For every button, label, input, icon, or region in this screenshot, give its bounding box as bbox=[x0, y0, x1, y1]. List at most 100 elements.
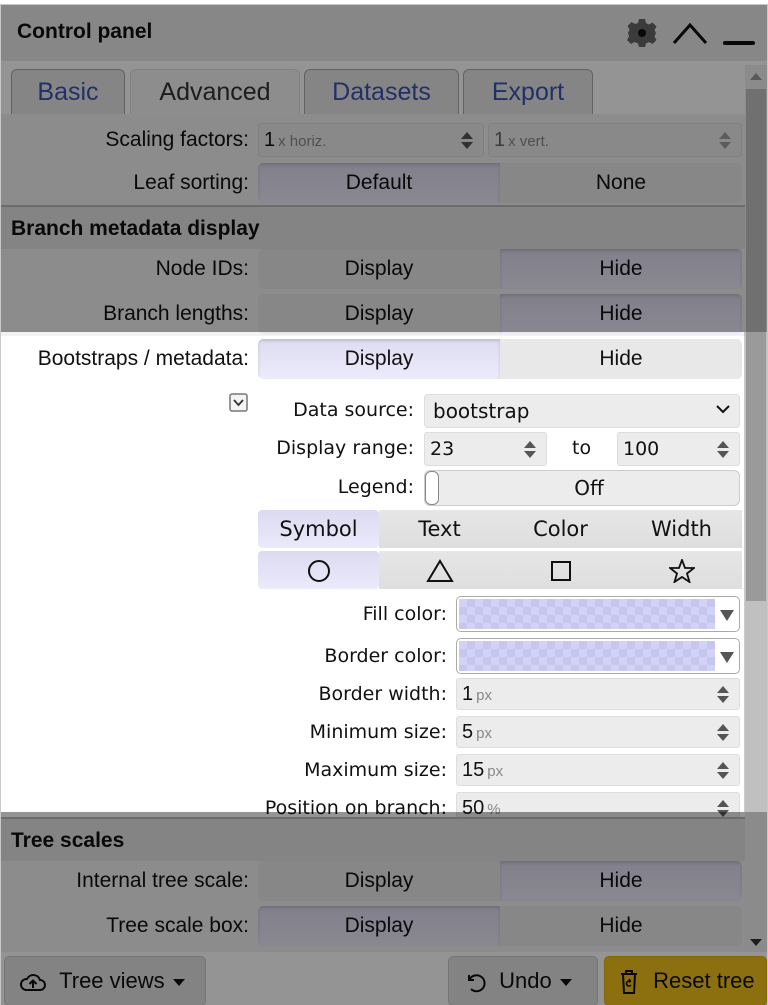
internal-scale-row: Internal tree scale: Display Hide bbox=[1, 861, 745, 901]
border-width-input[interactable]: 1 px bbox=[456, 678, 740, 710]
trash-reset-icon bbox=[621, 970, 637, 995]
circle-icon bbox=[307, 560, 330, 582]
dropdown-arrow-icon bbox=[559, 978, 572, 986]
node-ids-display[interactable]: Display bbox=[258, 249, 500, 289]
minimize-icon[interactable] bbox=[723, 41, 755, 45]
star-icon bbox=[666, 557, 697, 585]
branch-lengths-hide[interactable]: Hide bbox=[500, 294, 742, 334]
max-size-unit: px bbox=[487, 763, 504, 780]
position-value: 50 bbox=[462, 797, 485, 819]
bootstraps-row: Bootstraps / metadata: Display Hide bbox=[1, 339, 745, 379]
section-title: Tree scales bbox=[11, 829, 125, 852]
tab-export[interactable]: Export bbox=[463, 69, 593, 114]
legend-toggle[interactable]: Off bbox=[424, 470, 740, 506]
node-ids-row: Node IDs: Display Hide bbox=[1, 249, 745, 289]
scroll-down-icon[interactable] bbox=[750, 939, 762, 946]
gear-icon[interactable] bbox=[626, 17, 658, 49]
node-ids-toggle: Display Hide bbox=[258, 249, 742, 289]
branch-lengths-row: Branch lengths: Display Hide bbox=[1, 294, 745, 334]
cloud-upload-icon bbox=[20, 974, 46, 992]
spinner-icon[interactable] bbox=[717, 800, 729, 818]
tab-basic[interactable]: Basic bbox=[11, 69, 125, 114]
leaf-sorting-default[interactable]: Default bbox=[258, 163, 500, 203]
shape-circle-button[interactable] bbox=[258, 551, 379, 589]
internal-scale-toggle: Display Hide bbox=[258, 861, 742, 901]
position-unit: % bbox=[487, 801, 501, 818]
range-to-input[interactable]: 100 bbox=[617, 432, 740, 466]
tab-advanced[interactable]: Advanced bbox=[130, 69, 300, 114]
branch-lengths-toggle: Display Hide bbox=[258, 294, 742, 334]
bootstraps-hide[interactable]: Hide bbox=[500, 339, 742, 379]
spinner-icon[interactable] bbox=[461, 132, 473, 150]
scrollbar[interactable] bbox=[745, 65, 767, 952]
min-size-label: Minimum size: bbox=[309, 721, 447, 743]
branch-metadata-section: Branch metadata display bbox=[1, 205, 745, 249]
bootstraps-display[interactable]: Display bbox=[258, 339, 500, 379]
spinner-icon[interactable] bbox=[524, 441, 536, 459]
panel-body: Scaling factors: 1x horiz. 1x vert. Leaf… bbox=[1, 114, 745, 952]
min-size-input[interactable]: 5 px bbox=[456, 716, 740, 748]
scale-box-hide[interactable]: Hide bbox=[500, 906, 742, 946]
internal-scale-hide[interactable]: Hide bbox=[500, 861, 742, 901]
leaf-sorting-none[interactable]: None bbox=[500, 163, 742, 203]
reset-tree-label: Reset tree bbox=[653, 968, 755, 993]
border-width-label: Border width: bbox=[318, 683, 447, 705]
range-from-input[interactable]: 23 bbox=[424, 432, 547, 466]
display-range-label: Display range: bbox=[276, 437, 414, 459]
internal-scale-label: Internal tree scale: bbox=[76, 869, 249, 892]
range-to-label: to bbox=[572, 437, 592, 459]
vert-value: 1 bbox=[494, 129, 506, 151]
branch-lengths-display[interactable]: Display bbox=[258, 294, 500, 334]
horiz-scale-input[interactable]: 1x horiz. bbox=[258, 123, 484, 157]
max-size-input[interactable]: 15 px bbox=[456, 754, 740, 786]
min-size-unit: px bbox=[476, 725, 492, 742]
internal-scale-display[interactable]: Display bbox=[258, 861, 500, 901]
shape-triangle-button[interactable] bbox=[379, 551, 500, 589]
position-label: Position on branch: bbox=[264, 797, 447, 819]
range-from-value: 23 bbox=[430, 438, 455, 460]
data-source-label: Data source: bbox=[293, 399, 414, 421]
scale-box-display[interactable]: Display bbox=[258, 906, 500, 946]
shape-selector bbox=[258, 551, 742, 589]
spinner-icon[interactable] bbox=[719, 132, 731, 150]
dropdown-arrow-icon bbox=[720, 610, 734, 621]
scroll-up-icon[interactable] bbox=[750, 73, 762, 80]
scaling-row: Scaling factors: 1x horiz. 1x vert. bbox=[1, 123, 745, 159]
vert-scale-input[interactable]: 1x vert. bbox=[488, 123, 742, 157]
vert-unit: x vert. bbox=[508, 133, 549, 150]
reset-tree-button[interactable]: Reset tree bbox=[604, 956, 767, 1005]
dropdown-arrow-icon bbox=[720, 652, 734, 663]
border-width-unit: px bbox=[476, 687, 492, 704]
footer-toolbar: Tree views Undo Reset tree bbox=[1, 952, 767, 1005]
fill-color-picker[interactable] bbox=[456, 596, 740, 632]
style-tab-color[interactable]: Color bbox=[500, 510, 621, 548]
scaling-label: Scaling factors: bbox=[105, 128, 249, 151]
tab-datasets[interactable]: Datasets bbox=[304, 69, 459, 114]
shape-star-button[interactable] bbox=[621, 551, 742, 589]
spinner-icon[interactable] bbox=[717, 686, 729, 704]
leaf-sorting-row: Leaf sorting: Default None bbox=[1, 163, 745, 203]
spinner-icon[interactable] bbox=[717, 441, 729, 459]
collapse-caret-icon[interactable] bbox=[672, 19, 708, 47]
tree-views-button[interactable]: Tree views bbox=[4, 956, 206, 1005]
scale-box-toggle: Display Hide bbox=[258, 906, 742, 946]
legend-value: Off bbox=[574, 476, 604, 500]
legend-label: Legend: bbox=[337, 476, 414, 498]
border-color-picker[interactable] bbox=[456, 638, 740, 674]
fill-color-swatch bbox=[459, 599, 715, 629]
undo-button[interactable]: Undo bbox=[448, 956, 598, 1005]
collapse-settings-icon[interactable] bbox=[229, 393, 248, 412]
style-tab-text[interactable]: Text bbox=[379, 510, 500, 548]
chevron-down-icon bbox=[716, 405, 730, 414]
spinner-icon[interactable] bbox=[717, 762, 729, 780]
panel-header: Control panel bbox=[1, 5, 767, 61]
node-ids-hide[interactable]: Hide bbox=[500, 249, 742, 289]
data-source-select[interactable]: bootstrap bbox=[424, 394, 740, 428]
horiz-value: 1 bbox=[264, 129, 276, 151]
scale-box-label: Tree scale box: bbox=[106, 914, 249, 937]
style-tab-width[interactable]: Width bbox=[621, 510, 742, 548]
spinner-icon[interactable] bbox=[717, 724, 729, 742]
style-tab-symbol[interactable]: Symbol bbox=[258, 510, 379, 548]
scrollbar-thumb[interactable] bbox=[746, 89, 766, 601]
shape-square-button[interactable] bbox=[500, 551, 621, 589]
